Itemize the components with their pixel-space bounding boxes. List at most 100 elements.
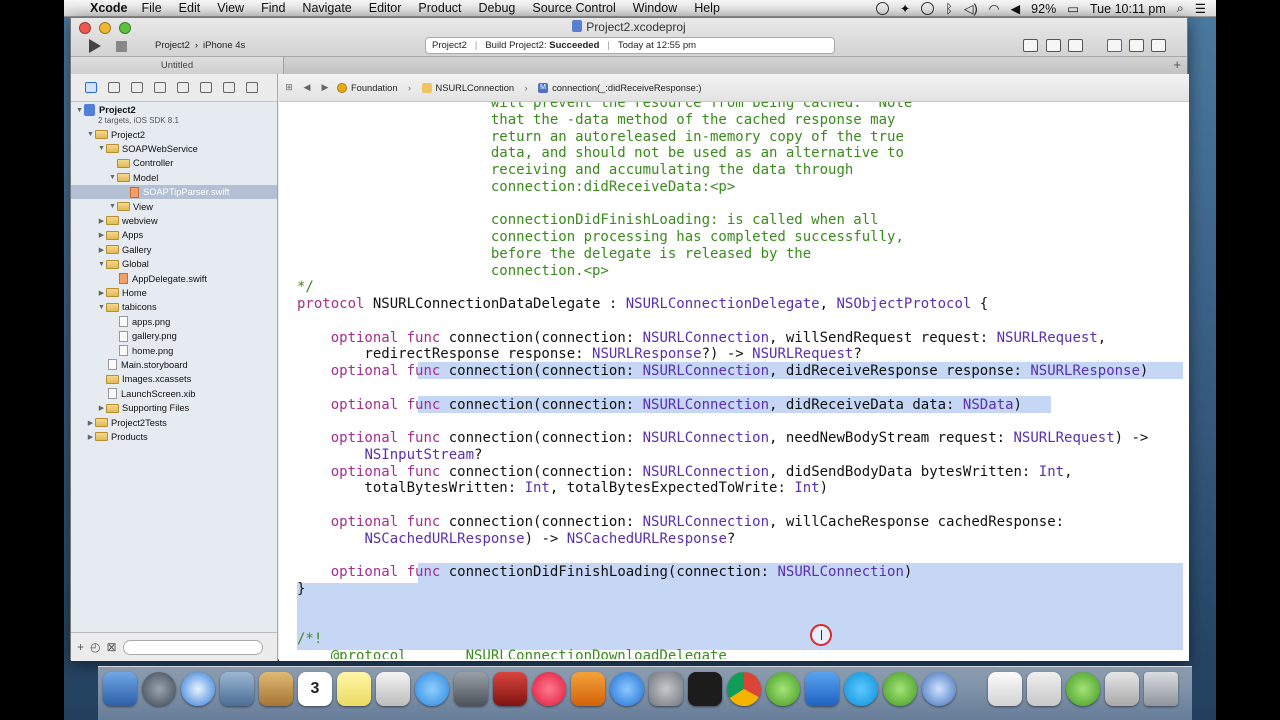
menu-product[interactable]: Product: [418, 1, 461, 15]
menu-source-control[interactable]: Source Control: [532, 1, 615, 15]
find-navigator-icon[interactable]: [131, 82, 143, 93]
tree-item[interactable]: AppDelegate.swift: [71, 271, 277, 285]
device-name[interactable]: iPhone 4s: [203, 40, 245, 51]
volume-level-icon[interactable]: ◀: [1011, 1, 1021, 16]
tab-untitled[interactable]: Untitled: [71, 57, 284, 74]
run-button[interactable]: [89, 39, 101, 53]
launchpad-icon[interactable]: [142, 672, 176, 706]
disclosure-closed-icon[interactable]: ▶: [97, 231, 106, 239]
time-machine-icon[interactable]: [921, 2, 935, 15]
facetime-icon[interactable]: [766, 672, 800, 706]
toggle-debug-area-icon[interactable]: [1129, 39, 1144, 52]
volume-icon[interactable]: ◁): [964, 1, 978, 16]
tree-item[interactable]: ▶ Apps: [71, 228, 277, 242]
breadcrumb-header[interactable]: NSURLConnection: [421, 82, 514, 93]
back-arrow-icon[interactable]: ◀: [301, 82, 313, 93]
tree-item[interactable]: ▼ Model: [71, 171, 277, 185]
report-navigator-icon[interactable]: [246, 82, 258, 93]
chrome-icon[interactable]: [727, 672, 761, 706]
notification-center-icon[interactable]: ☰: [1195, 1, 1206, 16]
quicktime-icon[interactable]: [922, 672, 956, 706]
menu-navigate[interactable]: Navigate: [302, 1, 351, 15]
tree-item[interactable]: ▶ Project2Tests: [71, 415, 277, 429]
stacked-documents-icon[interactable]: [1027, 672, 1061, 706]
tree-item[interactable]: ▼ tabicons: [71, 300, 277, 314]
forward-arrow-icon[interactable]: ▶: [319, 82, 331, 93]
scheme-selector[interactable]: Project2 › iPhone 4s: [155, 40, 245, 51]
disclosure-closed-icon[interactable]: ▶: [86, 433, 95, 441]
add-file-button[interactable]: +: [77, 640, 84, 654]
ibooks-icon[interactable]: [571, 672, 605, 706]
tree-item[interactable]: ▼ Global: [71, 257, 277, 271]
project-navigator-icon[interactable]: [85, 82, 97, 93]
calendar-icon[interactable]: 3: [298, 672, 332, 706]
disclosure-closed-icon[interactable]: ▶: [97, 404, 106, 412]
disclosure-closed-icon[interactable]: ▶: [97, 217, 106, 225]
related-items-icon[interactable]: ⊞: [283, 82, 295, 93]
scm-filter-icon[interactable]: ⊠: [107, 640, 117, 654]
disclosure-open-icon[interactable]: ▼: [97, 261, 106, 268]
app-store-icon[interactable]: [610, 672, 644, 706]
disclosure-closed-icon[interactable]: ▶: [97, 289, 106, 297]
scheme-name[interactable]: Project2: [155, 40, 190, 51]
menu-editor[interactable]: Editor: [369, 1, 402, 15]
menu-view[interactable]: View: [217, 1, 244, 15]
menu-window[interactable]: Window: [633, 1, 677, 15]
tree-item[interactable]: Images.xcassets: [71, 372, 277, 386]
menu-app-name[interactable]: Xcode: [90, 1, 128, 15]
spotlight-icon[interactable]: ⌕: [1177, 1, 1184, 16]
tree-item[interactable]: apps.png: [71, 315, 277, 329]
contacts-icon[interactable]: [259, 672, 293, 706]
messages-icon[interactable]: [415, 672, 449, 706]
disclosure-open-icon[interactable]: ▼: [108, 203, 117, 210]
tree-item[interactable]: ▼ Project2: [71, 127, 277, 141]
photo-booth-icon[interactable]: [493, 672, 527, 706]
breadcrumb-method[interactable]: Mconnection(_:didReceiveResponse:): [538, 82, 701, 93]
tree-item[interactable]: home.png: [71, 343, 277, 357]
document-icon[interactable]: [988, 672, 1022, 706]
battery-percent[interactable]: 92%: [1031, 2, 1056, 16]
issue-navigator-icon[interactable]: [154, 82, 166, 93]
tree-item[interactable]: ▼ View: [71, 199, 277, 213]
disclosure-open-icon[interactable]: ▼: [108, 174, 117, 181]
filter-input[interactable]: [122, 639, 263, 655]
trash-icon[interactable]: [1144, 672, 1178, 706]
notes-icon[interactable]: [337, 672, 371, 706]
tree-item[interactable]: Main.storyboard: [71, 358, 277, 372]
mail-icon[interactable]: [220, 672, 254, 706]
disclosure-open-icon[interactable]: ▼: [97, 304, 106, 311]
system-preferences-icon[interactable]: [649, 672, 683, 706]
xcode-icon[interactable]: [805, 672, 839, 706]
dropbox-icon[interactable]: ✦: [900, 1, 910, 16]
bluetooth-icon[interactable]: ᛒ: [945, 2, 953, 16]
disclosure-closed-icon[interactable]: ▶: [97, 246, 106, 254]
tree-item[interactable]: SOAPTipParser.swift: [71, 185, 277, 200]
menu-help[interactable]: Help: [694, 1, 720, 15]
skype-icon[interactable]: [844, 672, 878, 706]
new-tab-button[interactable]: +: [1173, 57, 1181, 73]
standard-editor-icon[interactable]: [1023, 39, 1038, 52]
toggle-utilities-icon[interactable]: [1151, 39, 1166, 52]
disclosure-open-icon[interactable]: ▼: [97, 145, 106, 152]
tree-item[interactable]: LaunchScreen.xib: [71, 387, 277, 401]
tree-item[interactable]: gallery.png: [71, 329, 277, 343]
symbol-navigator-icon[interactable]: [108, 82, 120, 93]
toggle-navigator-icon[interactable]: [1107, 39, 1122, 52]
app-icon[interactable]: [883, 672, 917, 706]
test-navigator-icon[interactable]: [177, 82, 189, 93]
debug-navigator-icon[interactable]: [200, 82, 212, 93]
tree-item[interactable]: Controller: [71, 156, 277, 170]
disclosure-open-icon[interactable]: ▼: [86, 131, 95, 138]
disclosure-open-icon[interactable]: ▼: [75, 107, 84, 114]
recent-files-icon[interactable]: ◴: [90, 640, 100, 654]
tree-item[interactable]: ▼ SOAPWebService: [71, 142, 277, 156]
menubar-clock[interactable]: Tue 10:11 pm: [1090, 2, 1166, 16]
preview-icon[interactable]: [376, 672, 410, 706]
wifi-icon[interactable]: ◠: [989, 1, 1000, 16]
tree-item[interactable]: ▶ Gallery: [71, 243, 277, 257]
menu-file[interactable]: File: [142, 1, 162, 15]
menu-find[interactable]: Find: [261, 1, 285, 15]
finder-icon[interactable]: [103, 672, 137, 706]
tree-item[interactable]: ▶ Products: [71, 430, 277, 444]
itunes-icon[interactable]: [532, 672, 566, 706]
